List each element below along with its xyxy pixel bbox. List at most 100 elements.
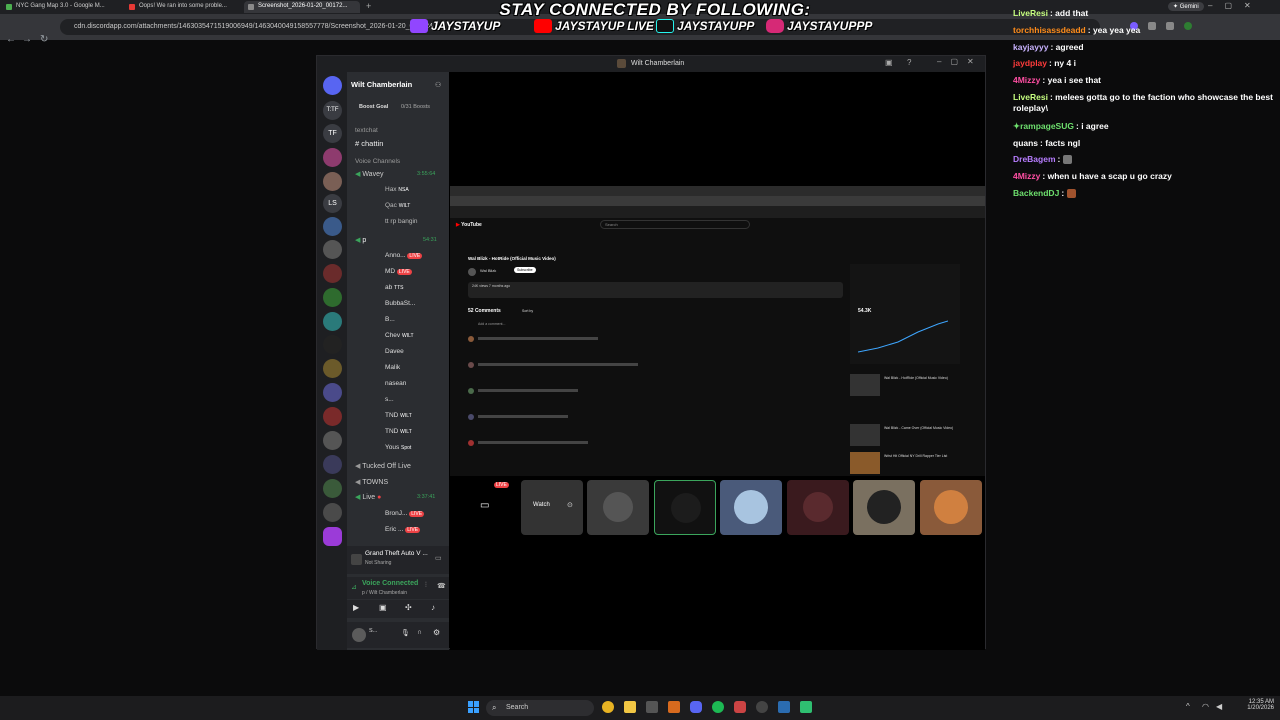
voice-user[interactable]: BronJ... LIVE [385,510,425,517]
video-thumbnail[interactable] [850,424,880,446]
channel-category[interactable]: textchat [355,127,378,134]
server-icon[interactable] [323,240,342,259]
voice-user[interactable]: BubbaSt... [385,300,415,307]
headphones-icon[interactable]: ∩ [417,629,422,636]
server-icon[interactable] [323,264,342,283]
server-icon[interactable] [323,288,342,307]
video-thumbnail[interactable] [850,452,880,474]
voice-user[interactable]: B... [385,316,395,323]
voice-channel[interactable]: ◀ p [355,236,366,244]
youtube-search[interactable]: Search [600,220,750,229]
server-icon[interactable] [323,479,342,498]
wifi-icon[interactable]: ◠ [1202,702,1209,711]
volume-icon[interactable]: ◀ [1216,702,1222,711]
app-icon[interactable] [756,701,768,713]
voice-channel[interactable]: ◀ Tucked Off Live [355,462,411,470]
inbox-icon[interactable]: ▣ [885,58,893,67]
server-icon[interactable] [323,407,342,426]
discord-icon[interactable] [690,701,702,713]
server-icon[interactable] [323,455,342,474]
server-icon[interactable] [323,335,342,354]
noise-icon[interactable]: ⫶ [425,582,427,590]
server-name[interactable]: Wilt Chamberlain [351,80,412,89]
voice-user[interactable]: Hax NSA [385,186,409,193]
discord-home-icon[interactable] [323,76,342,95]
voice-user[interactable]: tt rp bangin [385,218,418,225]
app-icon[interactable] [800,701,812,713]
activities-icon[interactable]: ✣ [405,603,412,612]
clock[interactable]: 12:35 AM 1/20/2026 [1244,699,1274,711]
next-video-title[interactable]: Wal Blizk - Came Over (Official Music Vi… [884,426,964,430]
server-icon[interactable] [323,527,342,546]
disconnect-icon[interactable]: ☎ [437,582,446,590]
voice-channel[interactable]: ◀ TOWNS [355,478,388,486]
app-icon[interactable] [668,701,680,713]
screen-share-icon[interactable]: ▣ [379,603,387,612]
boost-goal[interactable]: Boost Goal [359,104,388,110]
back-icon[interactable]: ← [6,34,16,45]
voice-user[interactable]: Yous Spot [385,444,411,451]
spotify-icon[interactable] [712,701,724,713]
stream-tile-watch[interactable]: Watch ⊙ [521,480,583,535]
chrome-icon[interactable] [602,701,614,713]
next-video-title[interactable]: Wal Blizk - HotRide (Official Music Vide… [884,376,964,380]
participant-tile[interactable] [787,480,849,535]
voice-user[interactable]: Chev WILT [385,332,414,339]
next-video-title[interactable]: Wrist Hit Official NY Drill Rapper Tier … [884,454,964,458]
voice-channel[interactable]: ◀ Live ● [355,493,381,501]
gear-icon[interactable]: ⚙ [433,628,440,637]
browser-tab-active[interactable]: Screenshot_2026-01-20_00172... [244,1,360,13]
taskbar-search[interactable]: ⌕ Search [486,700,594,716]
server-icon[interactable] [323,431,342,450]
participant-tile[interactable] [720,480,782,535]
server-icon[interactable]: TF [323,124,342,143]
participant-tile-speaking[interactable] [654,480,716,535]
microphone-icon[interactable]: 🎙︎ [401,629,410,637]
help-icon[interactable]: ? [907,58,911,67]
popout-icon[interactable]: ⊙ [567,501,573,509]
voice-user[interactable]: Malik [385,364,400,371]
server-icon[interactable] [323,172,342,191]
voice-user[interactable]: s... [385,396,394,403]
add-comment-input[interactable]: Add a comment... [478,322,505,326]
voice-channel[interactable]: ◀ Wavey [355,170,383,178]
app-icon[interactable] [734,701,746,713]
forward-icon[interactable]: → [22,34,32,45]
tray-overflow-icon[interactable]: ^ [1186,702,1190,711]
new-tab-button[interactable]: + [366,1,371,11]
avatar[interactable] [352,628,366,642]
text-channel-chattin[interactable]: # chattin [355,139,383,148]
server-icon[interactable] [323,148,342,167]
participant-tile[interactable] [853,480,915,535]
participant-tile[interactable] [920,480,982,535]
windows-start-icon[interactable] [468,701,480,713]
shared-screen[interactable]: ▶ YouTube Search Wal Blizk - HotRide (Of… [450,186,985,476]
voice-user[interactable]: nasean [385,380,406,387]
voice-user[interactable]: Eric ... LIVE [385,526,421,533]
server-icon[interactable] [323,503,342,522]
voice-user[interactable]: TND WILT [385,412,412,419]
voice-user[interactable]: ab TTS [385,284,404,291]
window-controls[interactable]: –▢✕ [937,57,983,66]
server-icon[interactable] [323,383,342,402]
voice-user[interactable]: Qac WILT [385,202,410,209]
stream-tile-live[interactable]: LIVE ▭ [454,480,516,535]
server-icon[interactable] [323,312,342,331]
channel-avatar[interactable] [468,268,476,276]
file-explorer-icon[interactable] [624,701,636,713]
server-icon[interactable]: LS [323,194,342,213]
voice-user[interactable]: Davee [385,348,404,355]
app-icon[interactable] [778,701,790,713]
server-icon[interactable] [323,359,342,378]
camera-icon[interactable]: ▶ [353,603,359,612]
app-icon[interactable] [646,701,658,713]
video-thumbnail[interactable] [850,374,880,396]
video-description[interactable]: 24K views 7 months ago [468,282,843,298]
channel-category[interactable]: Voice Channels [355,158,400,165]
sort-by-button[interactable]: Sort by [522,309,533,313]
browser-tab[interactable]: NYC Gang Map 3.0 - Google M... [2,1,122,13]
voice-user[interactable]: MD LIVE [385,268,412,275]
server-icon[interactable] [323,217,342,236]
participant-tile[interactable] [587,480,649,535]
voice-user[interactable]: Anno... LIVE [385,252,423,259]
